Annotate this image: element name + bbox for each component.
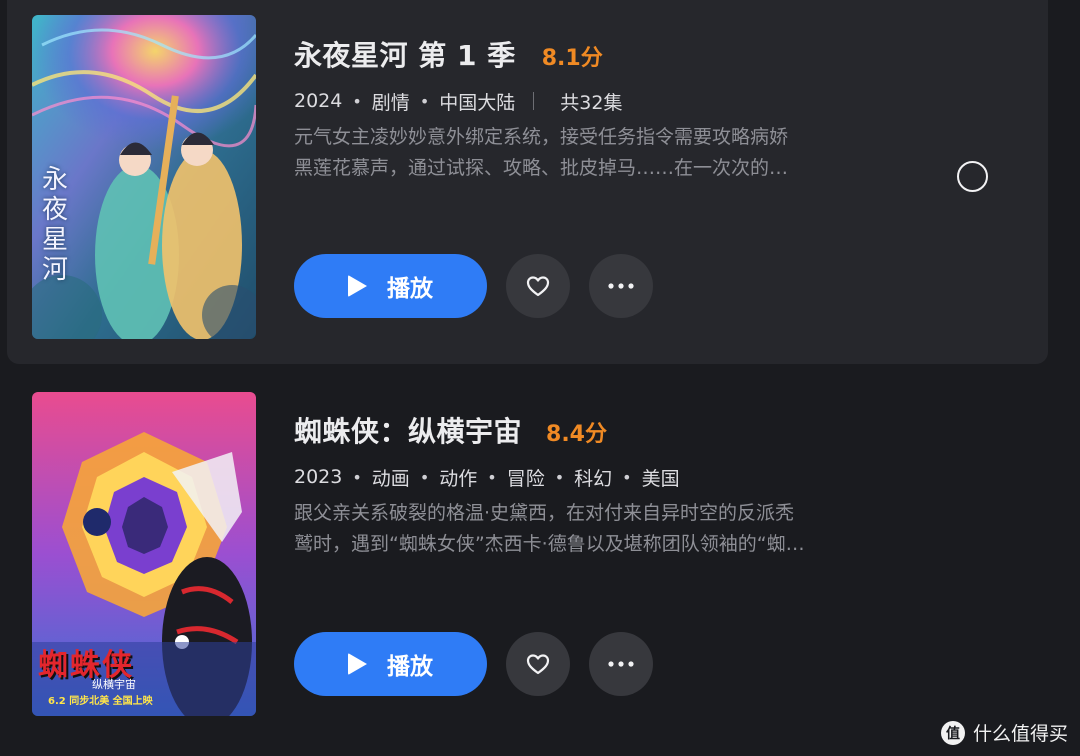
site-watermark: 值 什么值得买 — [940, 719, 1068, 746]
play-icon — [348, 653, 367, 675]
meta-dot: • — [554, 467, 565, 487]
desc-line: 元气女主凌妙妙意外绑定系统，接受任务指令需要攻略病娇 — [294, 126, 789, 148]
meta-dot: • — [487, 467, 497, 487]
meta-dot: • — [419, 91, 430, 111]
meta-separator — [533, 92, 535, 110]
favorite-button[interactable] — [506, 632, 570, 696]
show-score: 8.4分 — [546, 422, 607, 447]
show-meta: 2024 • 剧情 • 中国大陆 共32集 — [294, 86, 894, 116]
desc-line: 鹫时，遇到“蜘蛛女侠”杰西卡·德鲁以及堪称团队领袖的“蜘… — [294, 533, 805, 555]
heart-icon — [526, 654, 550, 675]
watermark-logo-icon: 值 — [940, 720, 965, 745]
watermark-text: 什么值得买 — [972, 723, 1068, 745]
poster-title-text-1: 永夜星河 — [42, 165, 69, 285]
show-genre: 剧情 — [371, 91, 410, 114]
show-genre: 科幻 — [574, 467, 613, 490]
action-bar-2: 播放 — [294, 632, 653, 696]
show-description: 跟父亲关系破裂的格温·史黛西，在对付来自异时空的反派秃 鹫时，遇到“蜘蛛女侠”杰… — [294, 498, 894, 560]
action-bar-1: 播放 — [294, 254, 653, 318]
show-score: 8.1分 — [541, 46, 603, 71]
poster-image-2[interactable]: 蜘蛛侠 纵横宇宙 6.2 同步北美 全国上映 — [32, 392, 256, 716]
show-info-1: 永夜星河 第 1 季 8.1分 2024 • 剧情 • 中国大陆 共32集 元气… — [294, 34, 894, 184]
show-region: 中国大陆 — [439, 91, 516, 114]
show-genre: 冒险 — [506, 467, 545, 490]
desc-line: 跟父亲关系破裂的格温·史黛西，在对付来自异时空的反派秃 — [294, 502, 795, 524]
show-episodes: 共32集 — [560, 91, 623, 114]
meta-dot: • — [352, 467, 362, 487]
poster-subtitle-text-2: 纵横宇宙 — [92, 678, 136, 691]
search-results-page: 永夜星河 永夜星河 第 1 季 8.1分 2024 • 剧情 • 中国大陆 共3… — [0, 0, 1080, 756]
result-card-2[interactable]: 蜘蛛侠 纵横宇宙 6.2 同步北美 全国上映 蜘蛛侠：纵横宇宙 8.4分 202… — [7, 380, 1048, 740]
show-year: 2023 — [294, 466, 343, 488]
show-title[interactable]: 蜘蛛侠：纵横宇宙 — [294, 410, 522, 450]
show-genre: 动作 — [439, 467, 478, 490]
more-button[interactable] — [589, 632, 653, 696]
show-meta: 2023 • 动画 • 动作 • 冒险 • 科幻 • 美国 — [294, 462, 894, 492]
heart-icon — [526, 276, 550, 297]
more-icon — [608, 661, 634, 667]
play-icon — [348, 275, 367, 297]
show-region: 美国 — [641, 467, 680, 490]
play-label: 播放 — [387, 654, 433, 680]
more-icon — [608, 283, 634, 289]
meta-dot: • — [352, 91, 362, 111]
desc-line: 黑莲花慕声，通过试探、攻略、批皮掉马……在一次次的… — [294, 157, 789, 179]
meta-dot: • — [419, 467, 430, 487]
play-button[interactable]: 播放 — [294, 254, 487, 318]
play-button[interactable]: 播放 — [294, 632, 487, 696]
show-info-2: 蜘蛛侠：纵横宇宙 8.4分 2023 • 动画 • 动作 • 冒险 • 科幻 •… — [294, 410, 894, 560]
show-year: 2024 — [294, 90, 343, 112]
poster-date-text-2: 6.2 同步北美 全国上映 — [48, 696, 153, 707]
show-title[interactable]: 永夜星河 第 1 季 — [294, 34, 516, 74]
result-card-1[interactable]: 永夜星河 永夜星河 第 1 季 8.1分 2024 • 剧情 • 中国大陆 共3… — [7, 0, 1048, 364]
show-description: 元气女主凌妙妙意外绑定系统，接受任务指令需要攻略病娇 黑莲花慕声，通过试探、攻略… — [294, 122, 894, 184]
show-genre: 动画 — [371, 467, 410, 490]
meta-dot: • — [622, 467, 632, 487]
select-circle-icon[interactable] — [957, 161, 988, 192]
poster-image-1[interactable]: 永夜星河 — [32, 15, 256, 339]
more-button[interactable] — [589, 254, 653, 318]
play-label: 播放 — [387, 276, 433, 302]
favorite-button[interactable] — [506, 254, 570, 318]
